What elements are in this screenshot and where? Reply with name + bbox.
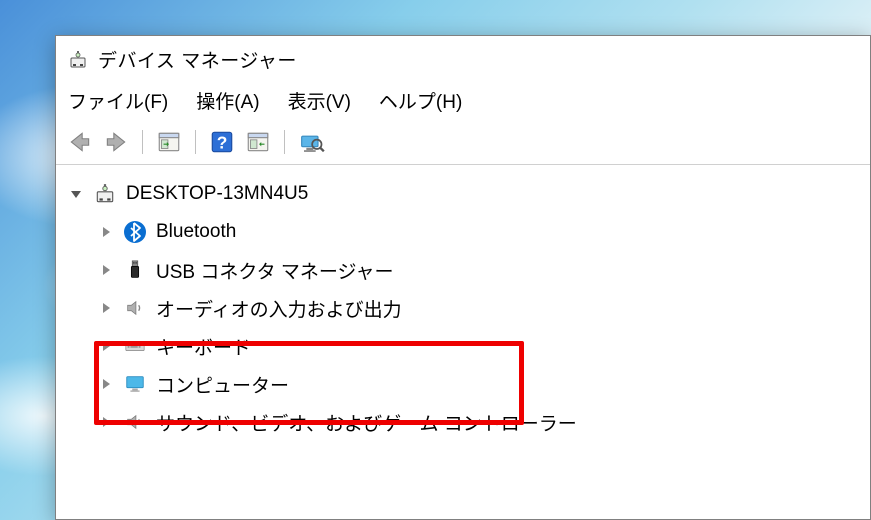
window-title: デバイス マネージャー (98, 46, 297, 73)
tree-root[interactable]: DESKTOP-13MN4U5 (60, 175, 866, 213)
scan-hardware-button[interactable] (295, 126, 327, 158)
tree-item[interactable]: USB コネクタ マネージャー (60, 251, 866, 289)
toolbar-separator (195, 130, 196, 154)
expander-icon[interactable] (98, 338, 114, 354)
menu-help[interactable]: ヘルプ(H) (379, 87, 462, 114)
root-label: DESKTOP-13MN4U5 (126, 183, 308, 205)
bluetooth-icon (122, 219, 148, 245)
expander-icon[interactable] (68, 186, 84, 202)
tree-item[interactable]: コンピューター (60, 365, 866, 403)
menu-file[interactable]: ファイル(F) (68, 87, 168, 114)
menu-bar: ファイル(F) 操作(A) 表示(V) ヘルプ(H) (56, 81, 870, 120)
keyboard-icon (122, 333, 148, 359)
tree-item-label: Bluetooth (156, 221, 236, 243)
show-hide-console-button[interactable] (153, 126, 185, 158)
toolbar-separator (284, 130, 285, 154)
tree-item-label: オーディオの入力および出力 (156, 295, 402, 322)
tree-item[interactable]: オーディオの入力および出力 (60, 289, 866, 327)
tree-item-label: USB コネクタ マネージャー (156, 257, 394, 284)
tree-item-label: キーボード (156, 333, 251, 360)
help-button[interactable]: ? (206, 126, 238, 158)
svg-text:?: ? (217, 133, 228, 153)
usb-icon (122, 257, 148, 283)
expander-icon[interactable] (98, 224, 114, 240)
menu-action[interactable]: 操作(A) (196, 87, 259, 114)
menu-view[interactable]: 表示(V) (288, 87, 351, 114)
title-bar: デバイス マネージャー (56, 36, 870, 81)
tree-item-label: サウンド、ビデオ、およびゲーム コントローラー (156, 409, 577, 436)
toolbar-separator (142, 130, 143, 154)
speaker-icon (122, 295, 148, 321)
forward-button[interactable] (100, 126, 132, 158)
expander-icon[interactable] (98, 262, 114, 278)
tree-item-label: コンピューター (156, 371, 289, 398)
back-button[interactable] (64, 126, 96, 158)
tree-item[interactable]: サウンド、ビデオ、およびゲーム コントローラー (60, 403, 866, 441)
speaker-icon (122, 409, 148, 435)
expander-icon[interactable] (98, 414, 114, 430)
device-manager-window: デバイス マネージャー ファイル(F) 操作(A) 表示(V) ヘルプ(H) (55, 35, 871, 520)
monitor-icon (122, 371, 148, 397)
device-manager-icon (68, 50, 88, 70)
tree-item[interactable]: Bluetooth (60, 213, 866, 251)
expander-icon[interactable] (98, 376, 114, 392)
toolbar: ? (56, 120, 870, 165)
computer-device-icon (92, 181, 118, 207)
tree-item[interactable]: キーボード (60, 327, 866, 365)
expander-icon[interactable] (98, 300, 114, 316)
device-tree: DESKTOP-13MN4U5 Bluetooth (56, 165, 870, 451)
properties-button[interactable] (242, 126, 274, 158)
